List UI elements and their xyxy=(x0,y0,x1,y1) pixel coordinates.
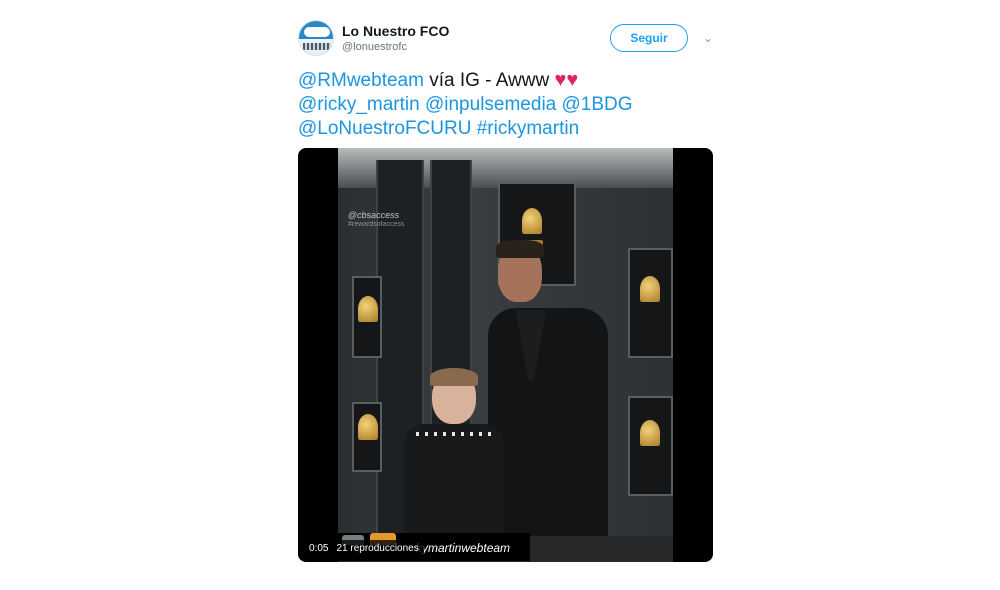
video-watermark: @cbsaccess xyxy=(347,210,400,220)
video-caption: kymartinwebteam xyxy=(416,541,511,555)
video-player[interactable]: @cbsaccess #rewardsofaccess kymartinwebt… xyxy=(298,148,713,562)
avatar-skyline xyxy=(303,43,331,50)
mention-rmwebteam[interactable]: @RMwebteam xyxy=(298,70,424,91)
video-time: 0:05 xyxy=(309,543,329,554)
mention-1bdg[interactable]: @1BDG xyxy=(562,94,633,115)
heart-icon: ♥♥ xyxy=(554,69,579,91)
chevron-down-icon[interactable]: ⌄ xyxy=(698,28,718,48)
video-frame[interactable]: @cbsaccess #rewardsofaccess xyxy=(338,148,673,562)
tweet-text-body: vía IG - Awww xyxy=(423,70,555,91)
avatar[interactable] xyxy=(298,20,334,56)
boy-jacket-studs xyxy=(416,432,492,436)
video-view-count: 21 reproducciones xyxy=(336,543,419,554)
man-hair xyxy=(496,240,544,258)
mention-inpulsemedia[interactable]: @inpulsemedia xyxy=(425,94,556,115)
boy-hair xyxy=(430,368,478,386)
hashtag-rickymartin[interactable]: #rickymartin xyxy=(477,118,579,139)
gramophone-icon xyxy=(522,208,542,234)
gramophone-icon xyxy=(640,420,660,446)
gramophone-icon xyxy=(358,414,378,440)
tweet-text-line-1: @RMwebteam vía IG - Awww ♥♥ xyxy=(298,68,718,93)
avatar-cloud xyxy=(304,27,330,37)
gramophone-icon xyxy=(358,296,378,322)
backdrop-panel xyxy=(628,396,673,496)
follow-button[interactable]: Seguir xyxy=(610,24,688,52)
video-info-bar: 0:05 21 reproducciones xyxy=(304,540,424,558)
man-figure xyxy=(488,308,608,562)
gramophone-icon xyxy=(640,276,660,302)
tweet-text-line-2: @ricky_martin @inpulsemedia @1BDG xyxy=(298,93,718,117)
backdrop-panel xyxy=(628,248,673,358)
tweet-text-line-3: @LoNuestroFCURU #rickymartin xyxy=(298,117,718,141)
mention-lonuestrofcuru[interactable]: @LoNuestroFCURU xyxy=(298,118,471,139)
tweet-header: Lo Nuestro FCO @lonuestrofc Seguir ⌄ xyxy=(298,20,718,60)
video-watermark-sub: #rewardsofaccess xyxy=(348,221,405,228)
author-handle[interactable]: @lonuestrofc xyxy=(342,41,407,53)
mention-ricky-martin[interactable]: @ricky_martin xyxy=(298,94,420,115)
author-name[interactable]: Lo Nuestro FCO xyxy=(342,23,449,39)
tweet-text: @RMwebteam vía IG - Awww ♥♥ @ricky_marti… xyxy=(298,68,718,141)
